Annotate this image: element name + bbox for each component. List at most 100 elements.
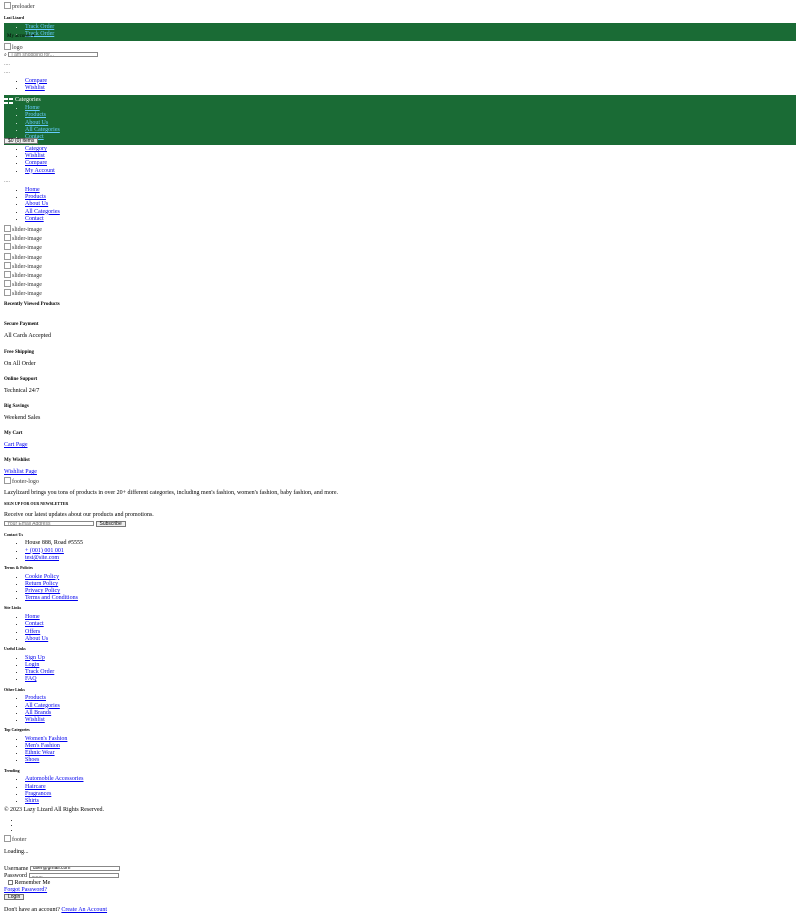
- category-nav-bar: Categories Home Products About Us All Ca…: [4, 95, 796, 146]
- divider-dots: ....: [4, 68, 10, 75]
- subscribe-button[interactable]: Subscribe: [95, 520, 126, 527]
- footer-logo-image[interactable]: footer-logo: [4, 477, 39, 486]
- newsletter-email-input[interactable]: [4, 521, 94, 527]
- site-link-offers[interactable]: Offers: [25, 629, 40, 635]
- wishlist-link[interactable]: Wishlist: [25, 85, 45, 91]
- mobile-nav-about[interactable]: About Us: [25, 201, 48, 207]
- contact-phone-link[interactable]: + (001) 001 001: [25, 548, 64, 554]
- contact-phone-item: + (001) 001 001: [25, 548, 796, 555]
- cart-page-link[interactable]: Cart Page: [4, 442, 28, 448]
- track-order-footer-link[interactable]: Track Order: [25, 669, 54, 675]
- mobile-nav-home[interactable]: Home: [25, 187, 40, 193]
- divider-dots: ....: [4, 177, 10, 184]
- password-input[interactable]: [28, 873, 119, 879]
- all-brands-link[interactable]: All Brands: [25, 710, 51, 716]
- search-icon[interactable]: ⌕: [4, 53, 7, 58]
- useful-link-item: FAQ: [25, 676, 796, 683]
- slider-image[interactable]: slider-image: [4, 280, 42, 289]
- site-link-item: Home: [25, 614, 796, 621]
- fragrances-link[interactable]: Fragrances: [25, 791, 51, 797]
- useful-link-item: Login: [25, 662, 796, 669]
- terms-item: Privacy Policy: [25, 588, 796, 595]
- wishlist-footer-link[interactable]: Wishlist: [25, 717, 45, 723]
- shoes-link[interactable]: Shoes: [25, 757, 39, 763]
- copyright: © 2023 Lazy Lizard All Rights Reserved.: [4, 807, 105, 814]
- feature-title: Online Support: [4, 376, 38, 382]
- header-link-item: Compare: [25, 78, 796, 85]
- logo-image[interactable]: logo: [4, 43, 23, 52]
- nav-link-about[interactable]: About Us: [25, 120, 48, 126]
- trending-item: Automobile Accessories: [25, 776, 796, 783]
- newsletter-title: SIGN UP FOR OUR NEWSLETTER: [4, 500, 69, 506]
- mobile-nav-contact[interactable]: Contact: [25, 216, 44, 222]
- username-label: Username: [4, 865, 29, 872]
- account-link-my-account[interactable]: My Account: [25, 168, 55, 174]
- products-link[interactable]: Products: [25, 695, 46, 701]
- account-link-compare[interactable]: Compare: [25, 160, 47, 166]
- login-button[interactable]: Login: [4, 894, 25, 901]
- wishlist-page-link[interactable]: Wishlist Page: [4, 469, 37, 475]
- account-link-category[interactable]: Category: [25, 146, 47, 152]
- grid-icon: [4, 97, 13, 104]
- nav-item-products: Products: [25, 112, 796, 119]
- automobile-accessories-link[interactable]: Automobile Accessories: [25, 776, 84, 782]
- login-link[interactable]: Login: [25, 662, 39, 668]
- slider-image[interactable]: slider-image: [4, 271, 42, 280]
- nav-link-home[interactable]: Home: [25, 105, 40, 111]
- womens-fashion-link[interactable]: Women's Fashion: [25, 736, 67, 742]
- ethnic-wear-link[interactable]: Ethnic Wear: [25, 750, 55, 756]
- categories-title[interactable]: Categories: [15, 97, 41, 104]
- remember-checkbox[interactable]: [8, 880, 13, 886]
- social-icon-item[interactable]: [20, 827, 796, 832]
- contact-email-link[interactable]: test@site.com: [25, 555, 59, 561]
- top-bar: Track Order Track Order: [4, 22, 796, 41]
- nav-link-all-categories[interactable]: All Categories: [25, 127, 60, 133]
- other-link-item: All Brands: [25, 710, 796, 717]
- site-link-contact[interactable]: Contact: [25, 621, 44, 627]
- preloader-image: preloader: [4, 2, 35, 11]
- mobile-nav-all-categories[interactable]: All Categories: [25, 209, 60, 215]
- no-account-text: Don't have an account?: [4, 907, 60, 914]
- top-category-item: Shoes: [25, 757, 796, 764]
- account-menu-item: Category: [25, 146, 796, 153]
- terms-conditions-link[interactable]: Terms and Conditions: [25, 595, 78, 601]
- login-form: Username Password Remember Me Forgot Pas…: [4, 866, 796, 914]
- cart-button[interactable]: $0 (0) items: [4, 137, 39, 144]
- feature-desc: Weekend Sales: [4, 415, 41, 422]
- nav-item-contact: Contact: [25, 134, 796, 141]
- newsletter-desc: Receive our latest updates about our pro…: [4, 511, 154, 518]
- search-input[interactable]: [8, 52, 99, 58]
- site-link-home[interactable]: Home: [25, 614, 40, 620]
- compare-link[interactable]: Compare: [25, 78, 47, 84]
- nav-link-products[interactable]: Products: [25, 112, 46, 118]
- slider-image[interactable]: slider-image: [4, 253, 42, 262]
- create-account-link[interactable]: Create An Account: [61, 907, 107, 913]
- track-order-link[interactable]: Track Order: [25, 24, 54, 30]
- sign-up-link[interactable]: Sign Up: [25, 655, 45, 661]
- slider-image[interactable]: slider-image: [4, 262, 42, 271]
- site-link-item: Offers: [25, 629, 796, 636]
- slider-image[interactable]: slider-image: [4, 243, 42, 252]
- return-policy-link[interactable]: Return Policy: [25, 581, 58, 587]
- top-category-item: Men's Fashion: [25, 743, 796, 750]
- mens-fashion-link[interactable]: Men's Fashion: [25, 743, 60, 749]
- useful-links-title: Useful Links: [4, 645, 26, 651]
- haircare-link[interactable]: Haircare: [25, 784, 46, 790]
- slider-image[interactable]: slider-image: [4, 225, 42, 234]
- forgot-password-link[interactable]: Forgot Password?: [4, 887, 47, 893]
- all-categories-link[interactable]: All Categories: [25, 703, 60, 709]
- privacy-policy-link[interactable]: Privacy Policy: [25, 588, 60, 594]
- slider-image[interactable]: slider-image: [4, 234, 42, 243]
- username-input[interactable]: [29, 865, 120, 871]
- shirts-link[interactable]: Shirts: [25, 798, 39, 804]
- nav-item-home: Home: [25, 105, 796, 112]
- account-link-wishlist[interactable]: Wishlist: [25, 153, 45, 159]
- site-link-about[interactable]: About Us: [25, 636, 48, 642]
- slider-image[interactable]: slider-image: [4, 289, 42, 298]
- faq-link[interactable]: FAQ: [25, 676, 37, 682]
- password-label: Password: [4, 872, 28, 879]
- mobile-nav-products[interactable]: Products: [25, 194, 46, 200]
- mobile-nav-item: Products: [25, 194, 796, 201]
- cookie-policy-link[interactable]: Cookie Policy: [25, 574, 59, 580]
- my-account-dropdown[interactable]: My account ▾: [7, 34, 35, 40]
